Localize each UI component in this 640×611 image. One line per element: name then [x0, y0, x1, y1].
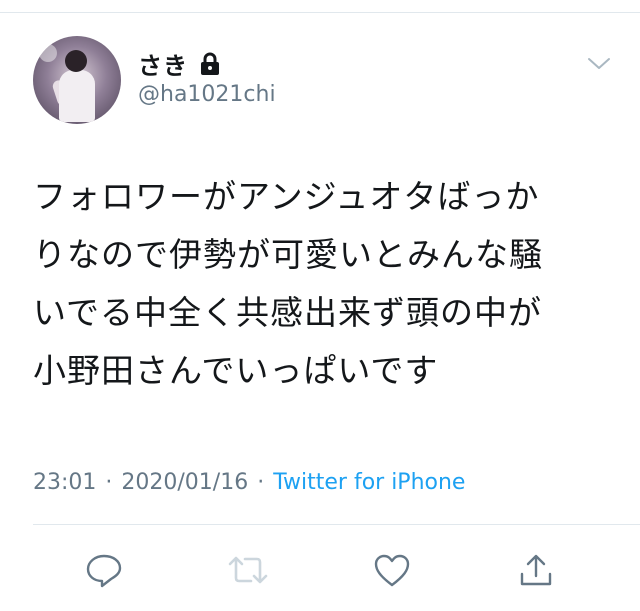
share-icon — [516, 552, 556, 588]
tweet-line: いでる中全く共感出来ず頭の中が — [33, 293, 543, 332]
top-divider — [0, 12, 640, 13]
meta-separator: · — [105, 470, 113, 495]
avatar-figure-body — [59, 70, 95, 122]
tweet-meta: 23:01 · 2020/01/16 · Twitter for iPhone — [33, 470, 465, 495]
handle[interactable]: @ha1021chi — [138, 82, 276, 107]
heart-icon — [372, 552, 412, 588]
tweet-line: 小野田さんでいっぱいです — [33, 351, 439, 390]
tweet-source-link[interactable]: Twitter for iPhone — [273, 470, 465, 495]
actions-divider — [33, 524, 640, 525]
share-button[interactable] — [516, 552, 556, 588]
tweet-line: フォロワーがアンジュオタばっか — [33, 177, 540, 216]
lock-icon — [200, 52, 220, 76]
tweet-date: 2020/01/16 — [121, 470, 249, 495]
avatar[interactable] — [33, 36, 121, 124]
retweet-icon — [226, 552, 270, 588]
avatar-stage-light — [39, 44, 57, 62]
meta-separator: · — [257, 470, 265, 495]
chevron-down-icon[interactable] — [586, 56, 612, 72]
author-name-row[interactable]: さき — [138, 46, 220, 81]
retweet-button[interactable] — [228, 552, 268, 588]
display-name[interactable]: さき — [138, 46, 188, 81]
tweet-line: りなので伊勢が可愛いとみんな騒 — [33, 235, 543, 274]
tweet-text: フォロワーがアンジュオタばっか りなので伊勢が可愛いとみんな騒 いでる中全く共感… — [33, 168, 613, 400]
tweet-time: 23:01 — [33, 470, 97, 495]
reply-icon — [84, 552, 124, 588]
reply-button[interactable] — [84, 552, 124, 588]
avatar-figure-head — [65, 50, 87, 72]
like-button[interactable] — [372, 552, 412, 588]
